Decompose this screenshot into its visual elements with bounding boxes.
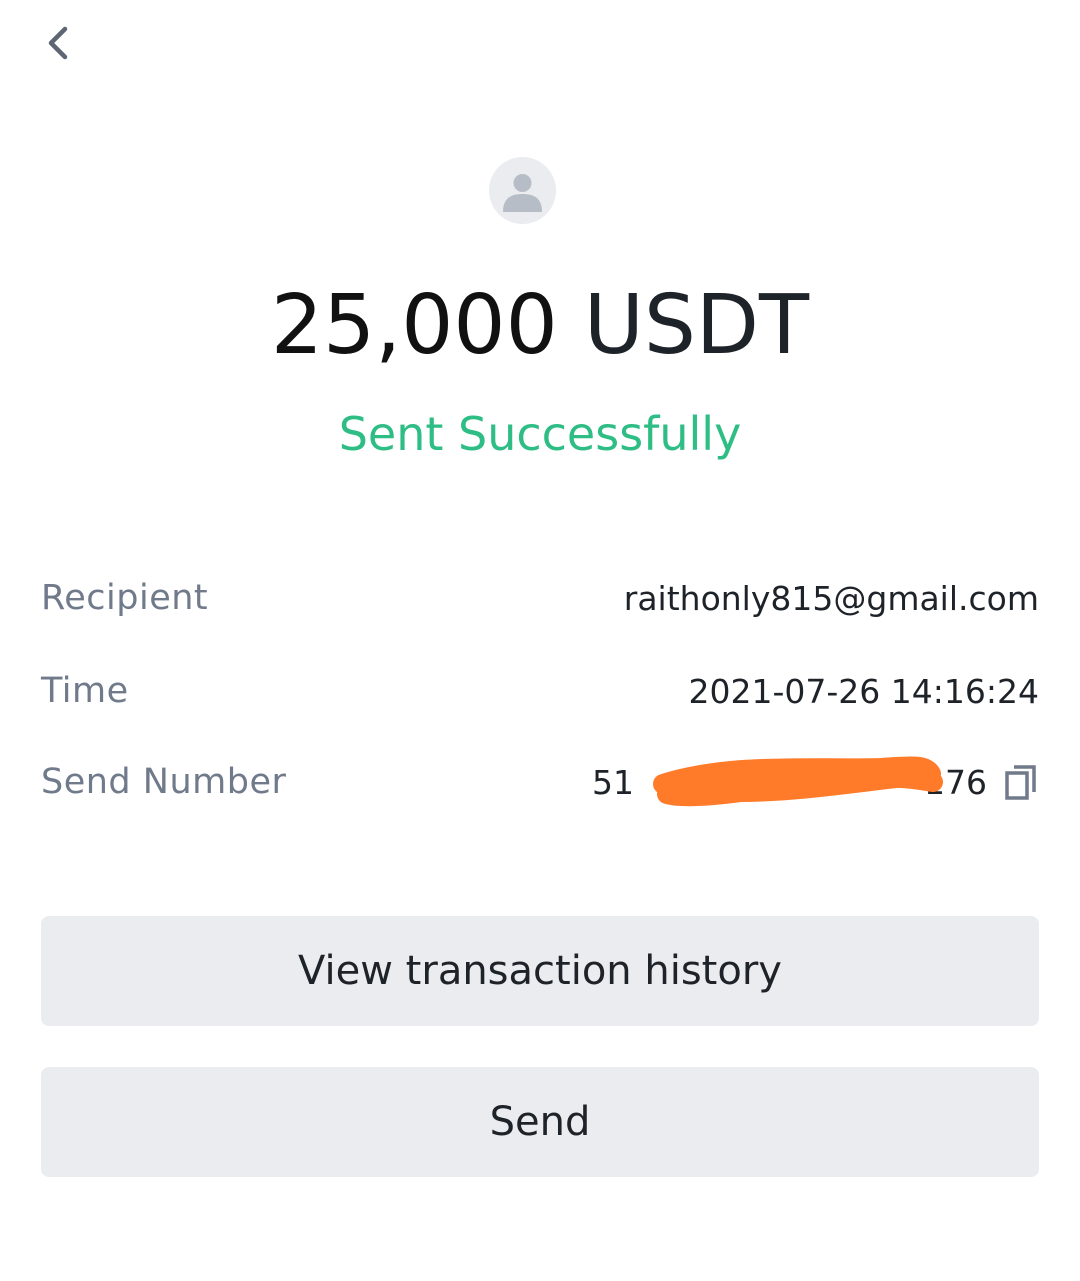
amount-value: 25,000 bbox=[270, 278, 558, 373]
send-number-row: Send Number 51 176 bbox=[41, 752, 1039, 812]
currency-code: USDT bbox=[583, 278, 810, 373]
amount-line: 25,000 USDT bbox=[0, 276, 1080, 376]
copy-icon[interactable] bbox=[1003, 762, 1039, 802]
send-button[interactable]: Send bbox=[41, 1067, 1039, 1177]
back-button[interactable] bbox=[30, 20, 86, 70]
send-number-label: Send Number bbox=[41, 762, 287, 802]
send-number-value: 51 176 bbox=[592, 762, 1039, 802]
time-value: 2021-07-26 14:16:24 bbox=[688, 671, 1039, 711]
recipient-value: raithonly815@gmail.com bbox=[623, 578, 1039, 618]
recipient-row: Recipient raithonly815@gmail.com bbox=[41, 568, 1039, 628]
chevron-left-icon bbox=[43, 23, 73, 67]
status-text: Sent Successfully bbox=[338, 407, 742, 461]
send-number-suffix: 176 bbox=[924, 762, 987, 802]
user-silhouette-icon bbox=[489, 174, 556, 224]
view-transaction-history-button[interactable]: View transaction history bbox=[41, 916, 1039, 1026]
time-label: Time bbox=[41, 671, 129, 711]
time-row: Time 2021-07-26 14:16:24 bbox=[41, 661, 1039, 721]
avatar bbox=[489, 157, 556, 224]
recipient-label: Recipient bbox=[41, 578, 209, 618]
send-number-prefix: 51 bbox=[592, 762, 634, 802]
